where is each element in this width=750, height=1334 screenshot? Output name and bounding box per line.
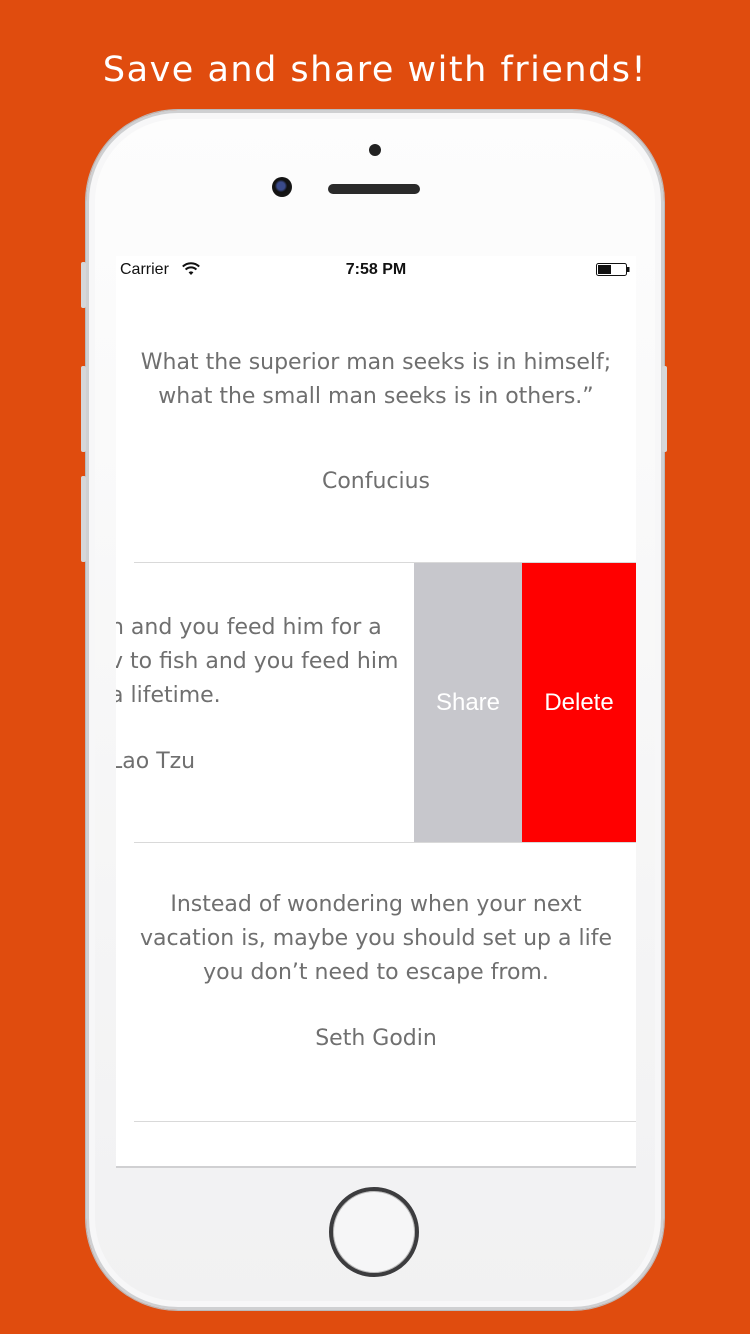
quote-text: Instead of wondering when your next vaca…	[116, 888, 636, 990]
phone-volume-down	[81, 476, 86, 562]
status-bar: Carrier 7:58 PM	[116, 256, 636, 284]
share-button[interactable]: Share	[414, 563, 522, 842]
quote-text: What the superior man seeks is in himsel…	[116, 346, 636, 414]
front-camera-icon	[272, 177, 292, 197]
quote-line: what the small man seeks is in others.”	[158, 384, 594, 409]
quote-author: Seth Godin	[315, 1026, 437, 1051]
screen-edge	[116, 1166, 636, 1168]
phone-side-button	[81, 262, 86, 308]
battery-icon	[596, 263, 630, 276]
phone-volume-up	[81, 366, 86, 452]
status-time: 7:58 PM	[345, 261, 407, 278]
quote-line: What the superior man seeks is in himsel…	[140, 350, 612, 375]
quote-line: Instead of wondering when your next	[170, 892, 582, 917]
app-screen: Carrier 7:58 PM What the superior man se…	[116, 256, 636, 1167]
phone-power-button	[662, 366, 667, 452]
quote-cell[interactable]: What the superior man seeks is in himsel…	[116, 284, 636, 562]
quote-cell[interactable]: Instead of wondering when your next vaca…	[116, 843, 636, 1121]
quote-line: vacation is, maybe you should set up a l…	[140, 926, 612, 951]
quote-line: you don’t need to escape from.	[203, 960, 549, 985]
quote-author: Lao Tzu	[116, 749, 196, 774]
quote-line: a lifetime.	[116, 683, 221, 708]
quote-author: Confucius	[321, 469, 431, 494]
quote-line: v to fish and you feed him	[116, 649, 399, 674]
delete-button[interactable]: Delete	[522, 563, 636, 842]
home-button[interactable]	[329, 1187, 419, 1277]
earpiece-speaker	[328, 184, 420, 194]
quote-cell-swiped[interactable]: n and you feed him for a v to fish and y…	[116, 563, 636, 842]
promo-headline: Save and share with friends!	[102, 50, 648, 90]
cell-separator	[134, 1121, 636, 1122]
quote-text: n and you feed him for a v to fish and y…	[116, 611, 408, 713]
quote-line: n and you feed him for a	[116, 615, 382, 640]
proximity-sensor	[369, 144, 381, 156]
